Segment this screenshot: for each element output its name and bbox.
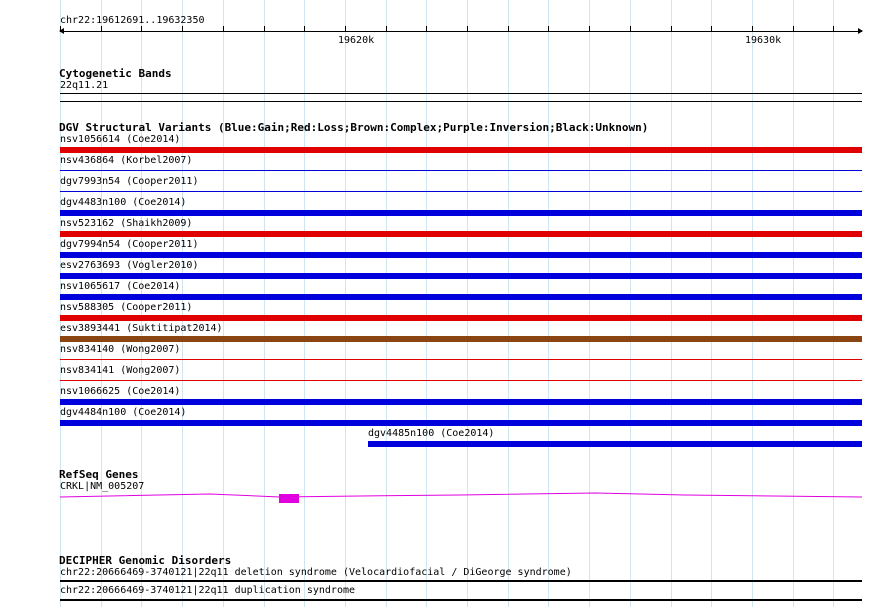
ruler-minor-tick (304, 26, 305, 32)
dgv-feature-bar[interactable] (60, 231, 862, 237)
dgv-feature-label: dgv4483n100 (Coe2014) (60, 197, 187, 208)
ruler-minor-tick (264, 26, 265, 32)
ruler-minor-tick (101, 26, 102, 32)
dgv-feature-label: dgv4485n100 (Coe2014) (368, 428, 495, 439)
ruler-minor-tick (426, 26, 427, 32)
decipher-track-title: DECIPHER Genomic Disorders (59, 554, 232, 567)
ruler-minor-tick (345, 26, 346, 32)
dgv-feature-bar[interactable] (368, 441, 862, 447)
dgv-feature-label: nsv1066625 (Coe2014) (60, 386, 181, 397)
grid-line (793, 0, 794, 607)
dgv-feature-bar[interactable] (60, 420, 862, 426)
dgv-feature-bar[interactable] (60, 294, 862, 300)
decipher-duplication-label: chr22:20666469-3740121|22q11 duplication… (60, 585, 356, 596)
dgv-feature-bar[interactable] (60, 170, 862, 171)
dgv-feature-bar[interactable] (60, 359, 862, 360)
dgv-feature-label: nsv523162 (Shaikh2009) (60, 218, 193, 229)
grid-line (833, 0, 834, 607)
grid-line (711, 0, 712, 607)
cytoband-label: 22q11.21 (60, 80, 109, 91)
ruler-axis-line (60, 31, 862, 32)
dgv-feature-label: dgv4484n100 (Coe2014) (60, 407, 187, 418)
ruler-minor-tick (548, 26, 549, 32)
grid-line (264, 0, 265, 607)
dgv-feature-bar[interactable] (60, 336, 862, 342)
gene-intron-polyline (60, 492, 862, 498)
dgv-feature-bar[interactable] (60, 315, 862, 321)
dgv-feature-label: esv3893441 (Suktitipat2014) (60, 323, 223, 334)
ruler-minor-tick (223, 26, 224, 32)
refseq-track-title: RefSeq Genes (59, 468, 139, 481)
ruler-minor-tick (711, 26, 712, 32)
ruler-left-arrow-icon[interactable] (59, 28, 64, 34)
ruler-minor-tick (752, 26, 753, 32)
dgv-feature-bar[interactable] (60, 399, 862, 405)
refseq-gene-intron-line[interactable] (60, 490, 862, 504)
dgv-feature-label: nsv834140 (Wong2007) (60, 344, 181, 355)
grid-line (223, 0, 224, 607)
grid-line (630, 0, 631, 607)
dgv-feature-label: esv2763693 (Vogler2010) (60, 260, 199, 271)
ruler-minor-tick (630, 26, 631, 32)
decipher-deletion-bar[interactable] (60, 580, 862, 582)
grid-line (508, 0, 509, 607)
decipher-deletion-label: chr22:20666469-3740121|22q11 deletion sy… (60, 567, 572, 578)
genome-browser-view: chr22:19612691..19632350 19620k 19630k C… (0, 0, 890, 607)
grid-line (426, 0, 427, 607)
ruler-minor-tick (508, 26, 509, 32)
dgv-feature-bar[interactable] (60, 380, 862, 381)
grid-line (467, 0, 468, 607)
refseq-gene-exon[interactable] (279, 494, 299, 503)
grid-line (345, 0, 346, 607)
dgv-feature-label: nsv436864 (Korbel2007) (60, 155, 193, 166)
ruler-minor-tick (182, 26, 183, 32)
grid-line (304, 0, 305, 607)
dgv-track-title: DGV Structural Variants (Blue:Gain;Red:L… (59, 121, 649, 134)
dgv-feature-label: dgv7993n54 (Cooper2011) (60, 176, 199, 187)
cytoband-bar-top[interactable] (60, 93, 862, 94)
dgv-feature-bar[interactable] (60, 147, 862, 153)
dgv-feature-label: nsv1056614 (Coe2014) (60, 134, 181, 145)
dgv-feature-label: dgv7994n54 (Cooper2011) (60, 239, 199, 250)
dgv-feature-label: nsv588305 (Cooper2011) (60, 302, 193, 313)
grid-line (548, 0, 549, 607)
grid-line (671, 0, 672, 607)
grid-line (752, 0, 753, 607)
ruler-label-19630k: 19630k (745, 35, 782, 46)
ruler-minor-tick (467, 26, 468, 32)
ruler-minor-tick (589, 26, 590, 32)
cytoband-track-title: Cytogenetic Bands (59, 67, 172, 80)
ruler-label-19620k: 19620k (338, 35, 375, 46)
ruler-minor-tick (833, 26, 834, 32)
grid-line (589, 0, 590, 607)
dgv-feature-bar[interactable] (60, 191, 862, 192)
ruler-minor-tick (141, 26, 142, 32)
dgv-feature-bar[interactable] (60, 273, 862, 279)
ruler-right-arrow-icon[interactable] (858, 28, 863, 34)
ruler-minor-tick (793, 26, 794, 32)
dgv-feature-bar[interactable] (60, 210, 862, 216)
dgv-feature-label: nsv1065617 (Coe2014) (60, 281, 181, 292)
dgv-feature-label: nsv834141 (Wong2007) (60, 365, 181, 376)
dgv-feature-bar[interactable] (60, 252, 862, 258)
grid-line (386, 0, 387, 607)
decipher-duplication-bar[interactable] (60, 599, 862, 601)
ruler-minor-tick (671, 26, 672, 32)
ruler-minor-tick (386, 26, 387, 32)
cytoband-bar-bottom[interactable] (60, 101, 862, 102)
